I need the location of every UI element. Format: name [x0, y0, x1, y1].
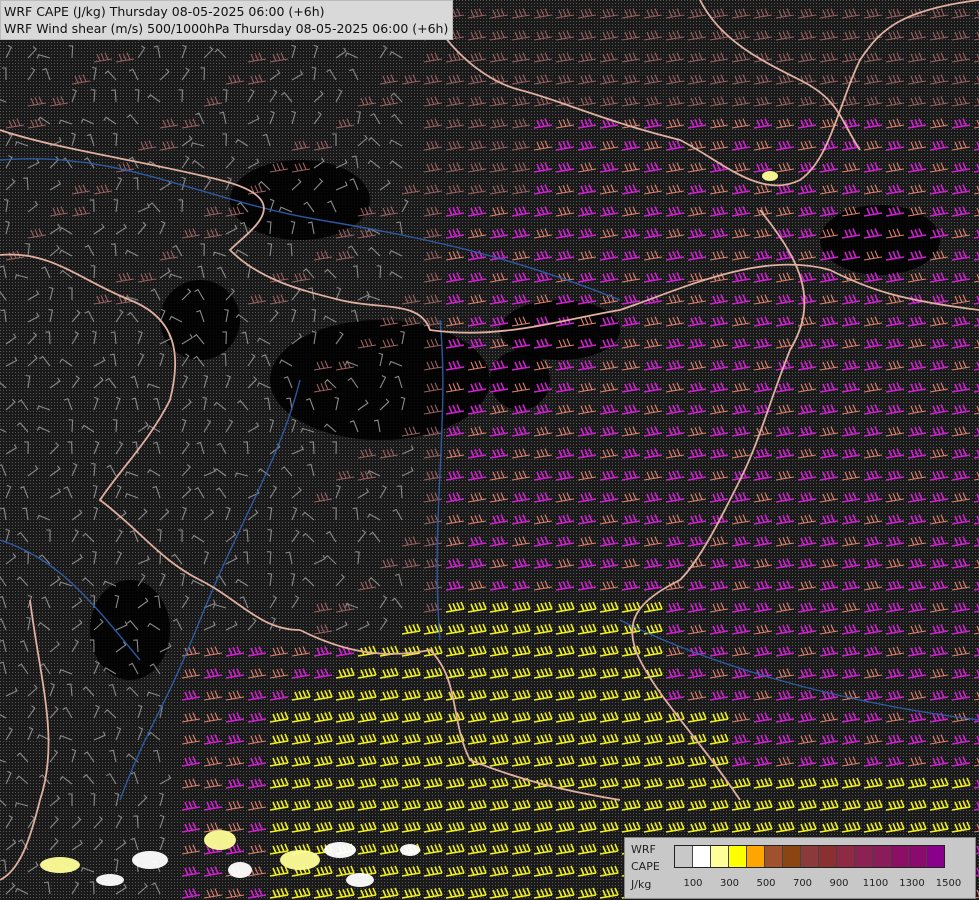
legend-tick-label: 700 [792, 878, 813, 889]
dark-region [490, 350, 550, 410]
legend-swatch [891, 846, 909, 867]
cape-patch [96, 874, 124, 886]
cape-patch [324, 842, 356, 858]
dark-region [820, 205, 940, 275]
legend-swatch [873, 846, 891, 867]
legend-tick-label: 300 [719, 878, 740, 889]
legend-swatch [747, 846, 765, 867]
cape-patch [280, 850, 320, 870]
legend-swatch [819, 846, 837, 867]
legend-tick-label: 1500 [935, 878, 962, 889]
legend-swatch [675, 846, 693, 867]
legend-tick-label: 500 [756, 878, 776, 889]
legend-color-scale [674, 845, 945, 868]
legend-label-wrf: WRF [631, 843, 656, 856]
cape-patch [400, 844, 420, 856]
title-cape: WRF CAPE (J/kg) Thursday 08-05-2025 06:0… [4, 4, 325, 19]
cape-legend: WRF CAPE J/kg 100 300 500 700 900 1100 1300 150… [624, 837, 976, 899]
map-title: WRF CAPE (J/kg) Thursday 08-05-2025 06:0… [0, 0, 454, 40]
legend-swatch [855, 846, 873, 867]
legend-label-cape: CAPE [631, 860, 660, 873]
map-canvas [0, 0, 979, 900]
legend-swatch [711, 846, 729, 867]
cape-patch [40, 857, 80, 873]
legend-tick-label: 900 [829, 878, 849, 889]
legend-swatch [765, 846, 783, 867]
legend-swatch [693, 846, 711, 867]
legend-swatch [909, 846, 927, 867]
legend-tick-label: 1100 [862, 878, 889, 889]
legend-swatch [837, 846, 855, 867]
cape-patch [204, 830, 236, 850]
cape-patch [762, 171, 778, 181]
dark-region [230, 160, 370, 240]
title-wind-shear: WRF Wind shear (m/s) 500/1000hPa Thursda… [4, 21, 449, 36]
legend-swatch [927, 846, 944, 867]
cape-patch [346, 873, 374, 887]
legend-swatch [783, 846, 801, 867]
legend-tick-label: 1300 [899, 878, 925, 889]
cape-patch [132, 851, 168, 869]
dark-region [270, 320, 490, 440]
weather-map[interactable] [0, 0, 979, 900]
legend-swatch [729, 846, 747, 867]
legend-tick-label: 100 [683, 878, 703, 889]
legend-swatch [801, 846, 819, 867]
cape-patch [228, 862, 252, 878]
legend-ticks: 100 300 500 700 900 1100 1300 1500 [625, 878, 975, 892]
